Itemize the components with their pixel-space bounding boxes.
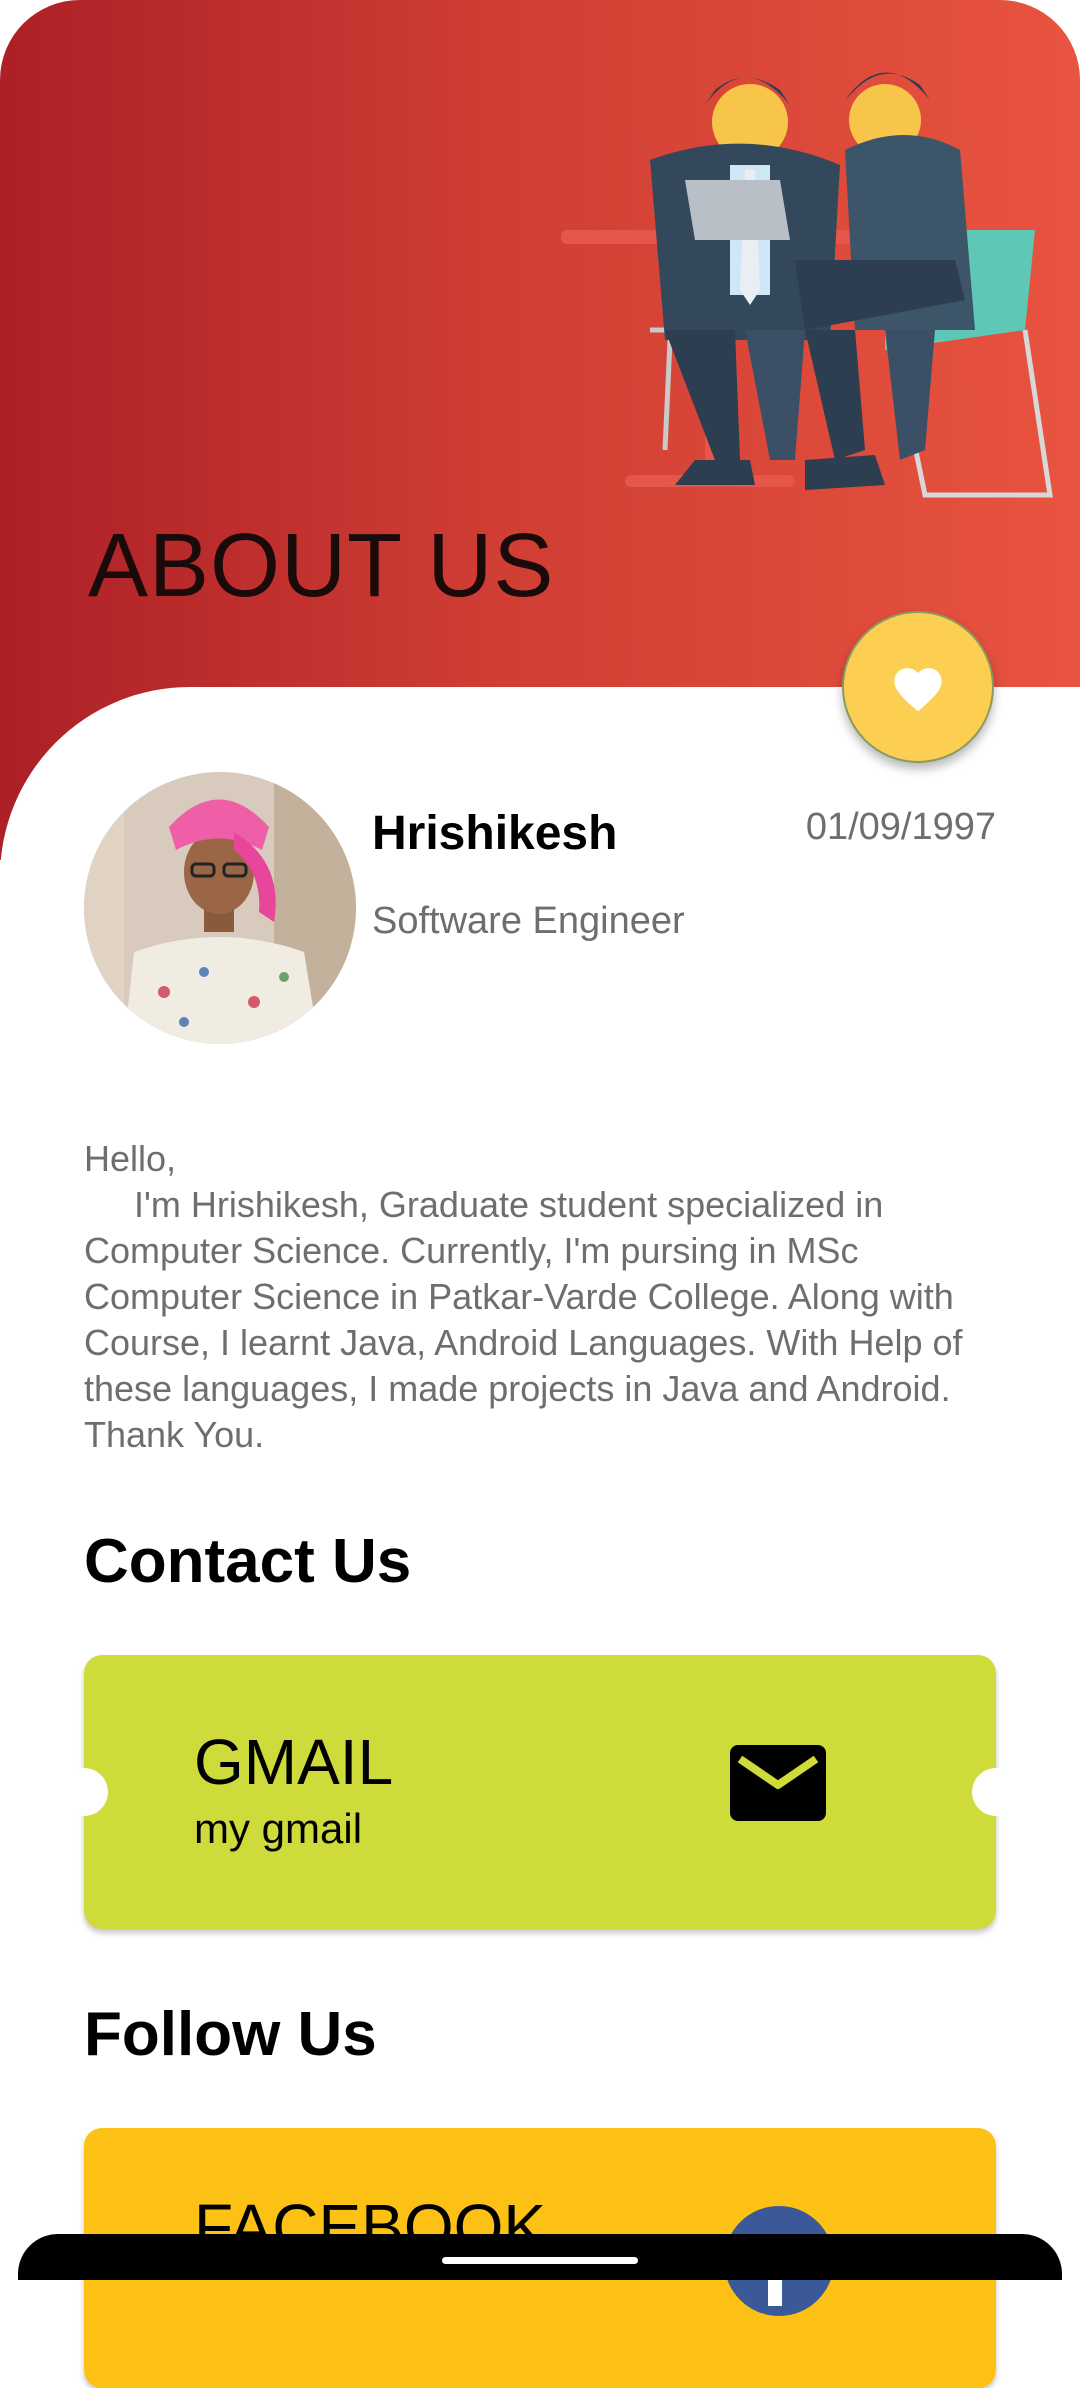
heart-icon (894, 668, 942, 712)
profile-name: Hrishikesh (372, 807, 618, 860)
profile-dob: 01/09/1997 (805, 806, 996, 848)
follow-section-title: Follow Us (84, 2000, 377, 2069)
home-gesture-handle[interactable] (442, 2257, 638, 2264)
card-notch-left (60, 1768, 108, 1816)
card-notch-right (972, 1768, 1020, 1816)
bio-paragraph: Hello, I'm Hrishikesh, Graduate student … (84, 1136, 1004, 1458)
profile-role: Software Engineer (372, 900, 685, 942)
avatar (84, 772, 356, 1044)
gmail-card-title: GMAIL (194, 1726, 394, 1798)
bio-text: I'm Hrishikesh, Graduate student special… (84, 1184, 963, 1455)
contact-section-title: Contact Us (84, 1527, 412, 1596)
gmail-card[interactable]: GMAIL my gmail (60, 1655, 1020, 1929)
gmail-card-subtitle: my gmail (194, 1805, 363, 1852)
mail-icon (730, 1745, 826, 1821)
bio-greeting: Hello, (84, 1138, 177, 1179)
business-meeting-illustration (561, 72, 1053, 498)
favorite-button[interactable] (842, 611, 994, 763)
page-title: ABOUT US (88, 516, 555, 616)
